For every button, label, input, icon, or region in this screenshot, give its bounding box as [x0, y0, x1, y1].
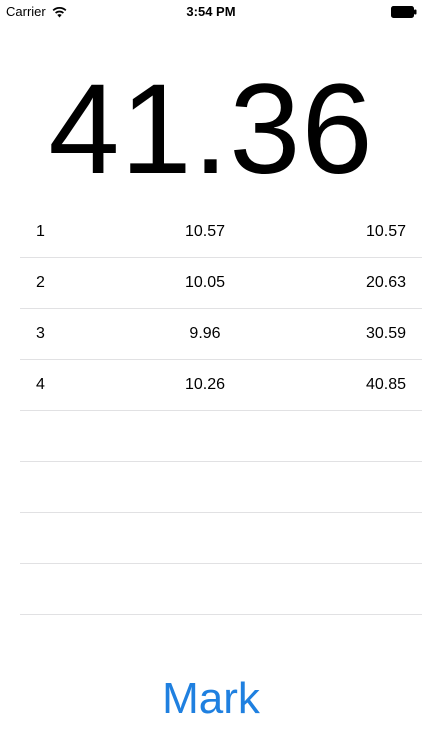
- lap-row: 2 10.05 20.63: [20, 258, 422, 309]
- lap-total-time: 10.57: [365, 223, 406, 240]
- lap-split-time: 9.96: [189, 325, 221, 342]
- lap-total-time: 20.63: [365, 274, 406, 291]
- lap-row-empty: [20, 411, 422, 462]
- lap-row-empty: [20, 513, 422, 564]
- lap-split-time: 10.57: [184, 223, 226, 240]
- status-bar: Carrier 3:54 PM: [0, 0, 422, 24]
- lap-row-empty: [20, 564, 422, 615]
- battery-icon: [391, 6, 417, 18]
- lap-row: 4 10.26 40.85: [20, 360, 422, 411]
- elapsed-time-display: 41.36: [48, 58, 374, 201]
- lap-row-empty: [20, 462, 422, 513]
- laps-list: 1 10.57 10.57 2 10.05 20.63 3 9.96 30.59…: [20, 207, 422, 615]
- lap-total-time: 40.85: [365, 376, 406, 393]
- lap-split-time: 10.26: [184, 376, 226, 393]
- status-time: 3:54 PM: [186, 4, 236, 19]
- lap-split-time: 10.05: [184, 274, 226, 291]
- mark-button[interactable]: Mark: [111, 668, 311, 730]
- lap-row: 3 9.96 30.59: [20, 309, 422, 360]
- lap-row: 1 10.57 10.57: [20, 207, 422, 258]
- lap-total-time: 30.59: [365, 325, 406, 342]
